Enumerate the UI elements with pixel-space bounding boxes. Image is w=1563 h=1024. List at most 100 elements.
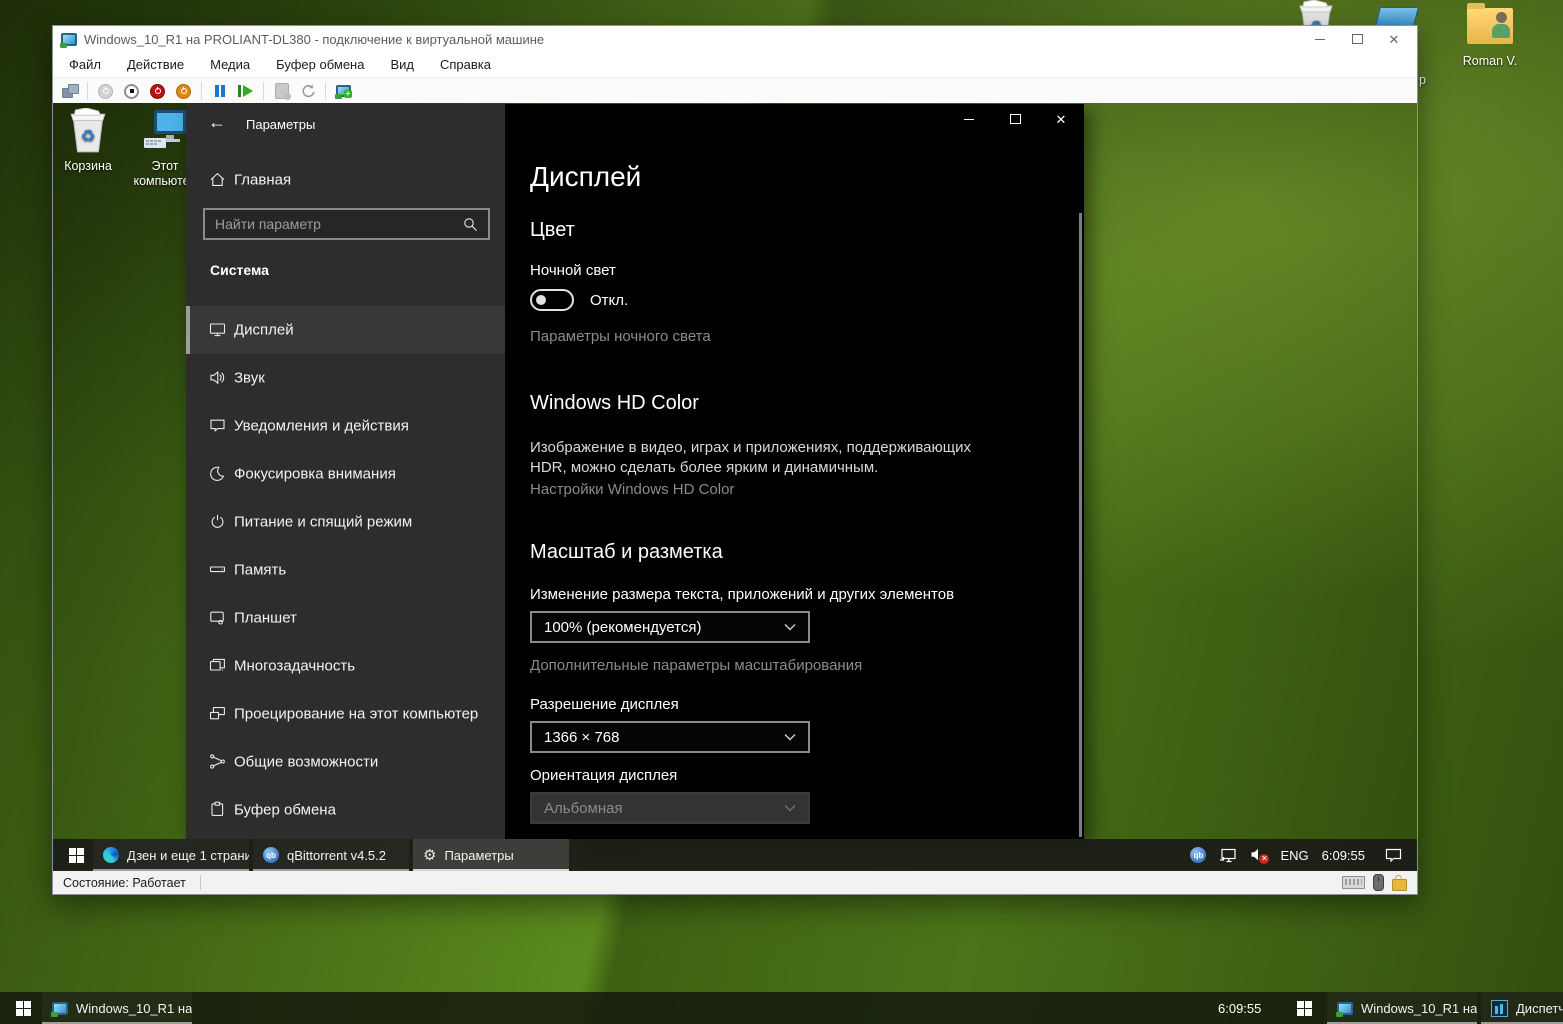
resume-vm-button[interactable] bbox=[237, 83, 254, 100]
vm-maximize-button[interactable] bbox=[1342, 29, 1372, 49]
qbittorrent-icon: qb bbox=[263, 847, 279, 863]
vmconnect-app-icon bbox=[61, 33, 77, 46]
shut-down-vm-button[interactable] bbox=[149, 83, 166, 100]
menu-action[interactable]: Действие bbox=[127, 57, 184, 72]
menu-clipboard[interactable]: Буфер обмена bbox=[276, 57, 364, 72]
sidebar-item-label: Дисплей bbox=[234, 322, 294, 339]
sidebar-item-label: Фокусировка внимания bbox=[234, 466, 396, 483]
settings-search-box[interactable] bbox=[203, 208, 490, 240]
undo-icon bbox=[300, 83, 316, 99]
vm-close-button[interactable]: ✕ bbox=[1379, 29, 1409, 49]
hdr-settings-link[interactable]: Настройки Windows HD Color bbox=[530, 481, 734, 498]
vm-minimize-button[interactable] bbox=[1305, 29, 1335, 49]
vm-status-text: Состояние: Работает bbox=[63, 876, 186, 890]
host-taskbar-vm-button[interactable]: Windows_10_R1 на P... bbox=[42, 992, 192, 1024]
vm-recycle-bin-icon[interactable]: ♻ Корзина bbox=[53, 108, 123, 174]
menu-help[interactable]: Справка bbox=[440, 57, 491, 72]
recycle-bin-icon: ♻ bbox=[67, 108, 109, 154]
sidebar-item-label: Буфер обмена bbox=[234, 802, 336, 819]
orientation-dropdown-value: Альбомная bbox=[544, 800, 623, 817]
sidebar-item-label: Уведомления и действия bbox=[234, 418, 409, 435]
resolution-label: Разрешение дисплея bbox=[530, 696, 679, 713]
host-taskbar-taskmgr-button[interactable]: Диспетчер bbox=[1481, 992, 1563, 1024]
hdr-section-heading: Windows HD Color bbox=[530, 392, 699, 415]
volume-muted-tray-icon[interactable]: ✕ bbox=[1250, 847, 1267, 863]
language-indicator[interactable]: ENG bbox=[1280, 848, 1308, 863]
toolbar-separator bbox=[201, 82, 202, 100]
storage-icon bbox=[209, 561, 226, 578]
vm-taskbar-settings-button[interactable]: ⚙ Параметры bbox=[413, 839, 569, 871]
settings-window: ← Параметры Главная Систем bbox=[186, 104, 1084, 840]
menu-file[interactable]: Файл bbox=[69, 57, 101, 72]
moon-icon bbox=[209, 465, 226, 482]
toolbar-separator bbox=[325, 82, 326, 100]
tablet-icon bbox=[209, 609, 226, 626]
sidebar-item-label: Проецирование на этот компьютер bbox=[234, 706, 478, 723]
hdr-description: Изображение в видео, играх и приложениях… bbox=[530, 438, 975, 478]
night-light-state: Откл. bbox=[590, 292, 628, 309]
host-clock[interactable]: 6:09:55 bbox=[1218, 992, 1261, 1024]
sidebar-item-display[interactable]: Дисплей bbox=[186, 306, 505, 354]
notification-center-icon[interactable] bbox=[1384, 847, 1403, 864]
sidebar-item-clipboard[interactable]: Буфер обмена bbox=[186, 786, 505, 834]
settings-maximize-button[interactable] bbox=[992, 104, 1038, 134]
vm-titlebar[interactable]: Windows_10_R1 на PROLIANT-DL380 - подклю… bbox=[53, 26, 1417, 52]
pause-vm-button[interactable] bbox=[211, 83, 228, 100]
menu-media[interactable]: Медиа bbox=[210, 57, 250, 72]
checkpoint-button[interactable]: + bbox=[335, 83, 352, 100]
sidebar-item-focus-assist[interactable]: Фокусировка внимания bbox=[186, 450, 505, 498]
toggle-switch-off-icon[interactable] bbox=[530, 289, 574, 311]
host-vm-button2-label: Windows_10_R1 на P... bbox=[1361, 1001, 1477, 1016]
advanced-scaling-link[interactable]: Дополнительные параметры масштабирования bbox=[530, 657, 862, 674]
vm-system-tray: qb ✕ ENG 6:09:55 bbox=[1190, 839, 1417, 871]
host-start-button[interactable] bbox=[0, 992, 46, 1024]
settings-button-label: Параметры bbox=[444, 848, 513, 863]
scale-dropdown[interactable]: 100% (рекомендуется) bbox=[530, 611, 810, 643]
sidebar-item-label: Звук bbox=[234, 370, 265, 387]
vm-taskbar: Дзен и еще 1 страни... qb qBittorrent v4… bbox=[53, 839, 1417, 871]
orientation-label: Ориентация дисплея bbox=[530, 767, 677, 784]
sidebar-item-sound[interactable]: Звук bbox=[186, 354, 505, 402]
sidebar-item-notifications[interactable]: Уведомления и действия bbox=[186, 402, 505, 450]
qbittorrent-tray-icon[interactable]: qb bbox=[1190, 847, 1206, 863]
vertical-scrollbar[interactable] bbox=[1079, 213, 1082, 837]
sidebar-item-label: Общие возможности bbox=[234, 754, 378, 771]
statusbar-separator bbox=[200, 875, 201, 890]
turn-off-vm-button[interactable] bbox=[123, 83, 140, 100]
home-label: Главная bbox=[234, 172, 291, 189]
settings-minimize-button[interactable] bbox=[946, 104, 992, 134]
host-taskbar-vm-button-2[interactable]: Windows_10_R1 на P... bbox=[1327, 992, 1477, 1024]
vm-menubar: Файл Действие Медиа Буфер обмена Вид Спр… bbox=[53, 52, 1417, 78]
vm-clock[interactable]: 6:09:55 bbox=[1322, 848, 1365, 863]
sidebar-item-projecting[interactable]: Проецирование на этот компьютер bbox=[186, 690, 505, 738]
sidebar-item-shared-experiences[interactable]: Общие возможности bbox=[186, 738, 505, 786]
taskmgr-button-label: Диспетчер bbox=[1516, 1001, 1563, 1016]
restart-vm-button[interactable] bbox=[175, 83, 192, 100]
host-user-folder-icon[interactable]: Roman V. bbox=[1440, 8, 1540, 69]
lock-status-icon bbox=[1392, 879, 1407, 891]
host-start-button-2[interactable] bbox=[1281, 992, 1327, 1024]
back-icon[interactable]: ← bbox=[208, 112, 226, 133]
ctrl-alt-del-button[interactable] bbox=[61, 83, 78, 100]
windows-logo-icon bbox=[69, 848, 84, 863]
color-section-heading: Цвет bbox=[530, 219, 575, 242]
night-light-toggle[interactable]: Откл. bbox=[530, 289, 628, 311]
sidebar-item-home[interactable]: Главная bbox=[186, 162, 505, 198]
revert-vm-button-disabled bbox=[299, 83, 316, 100]
sidebar-item-storage[interactable]: Память bbox=[186, 546, 505, 594]
sidebar-item-power[interactable]: Питание и спящий режим bbox=[186, 498, 505, 546]
home-icon bbox=[209, 171, 226, 188]
night-light-settings-link[interactable]: Параметры ночного света bbox=[530, 328, 711, 345]
windows-logo-icon bbox=[1297, 1001, 1312, 1016]
network-tray-icon[interactable] bbox=[1219, 847, 1237, 864]
vm-screen: ♻ Корзина Этот компьютер ← bbox=[53, 103, 1417, 871]
resolution-dropdown[interactable]: 1366 × 768 bbox=[530, 721, 810, 753]
sidebar-item-tablet[interactable]: Планшет bbox=[186, 594, 505, 642]
search-input[interactable] bbox=[205, 216, 462, 232]
menu-view[interactable]: Вид bbox=[390, 57, 414, 72]
settings-close-button[interactable]: ✕ bbox=[1038, 104, 1084, 134]
scale-section-heading: Масштаб и разметка bbox=[530, 541, 723, 564]
sidebar-item-multitasking[interactable]: Многозадачность bbox=[186, 642, 505, 690]
vm-taskbar-edge-button[interactable]: Дзен и еще 1 страни... bbox=[93, 839, 249, 871]
vm-taskbar-qbittorrent-button[interactable]: qb qBittorrent v4.5.2 bbox=[253, 839, 409, 871]
